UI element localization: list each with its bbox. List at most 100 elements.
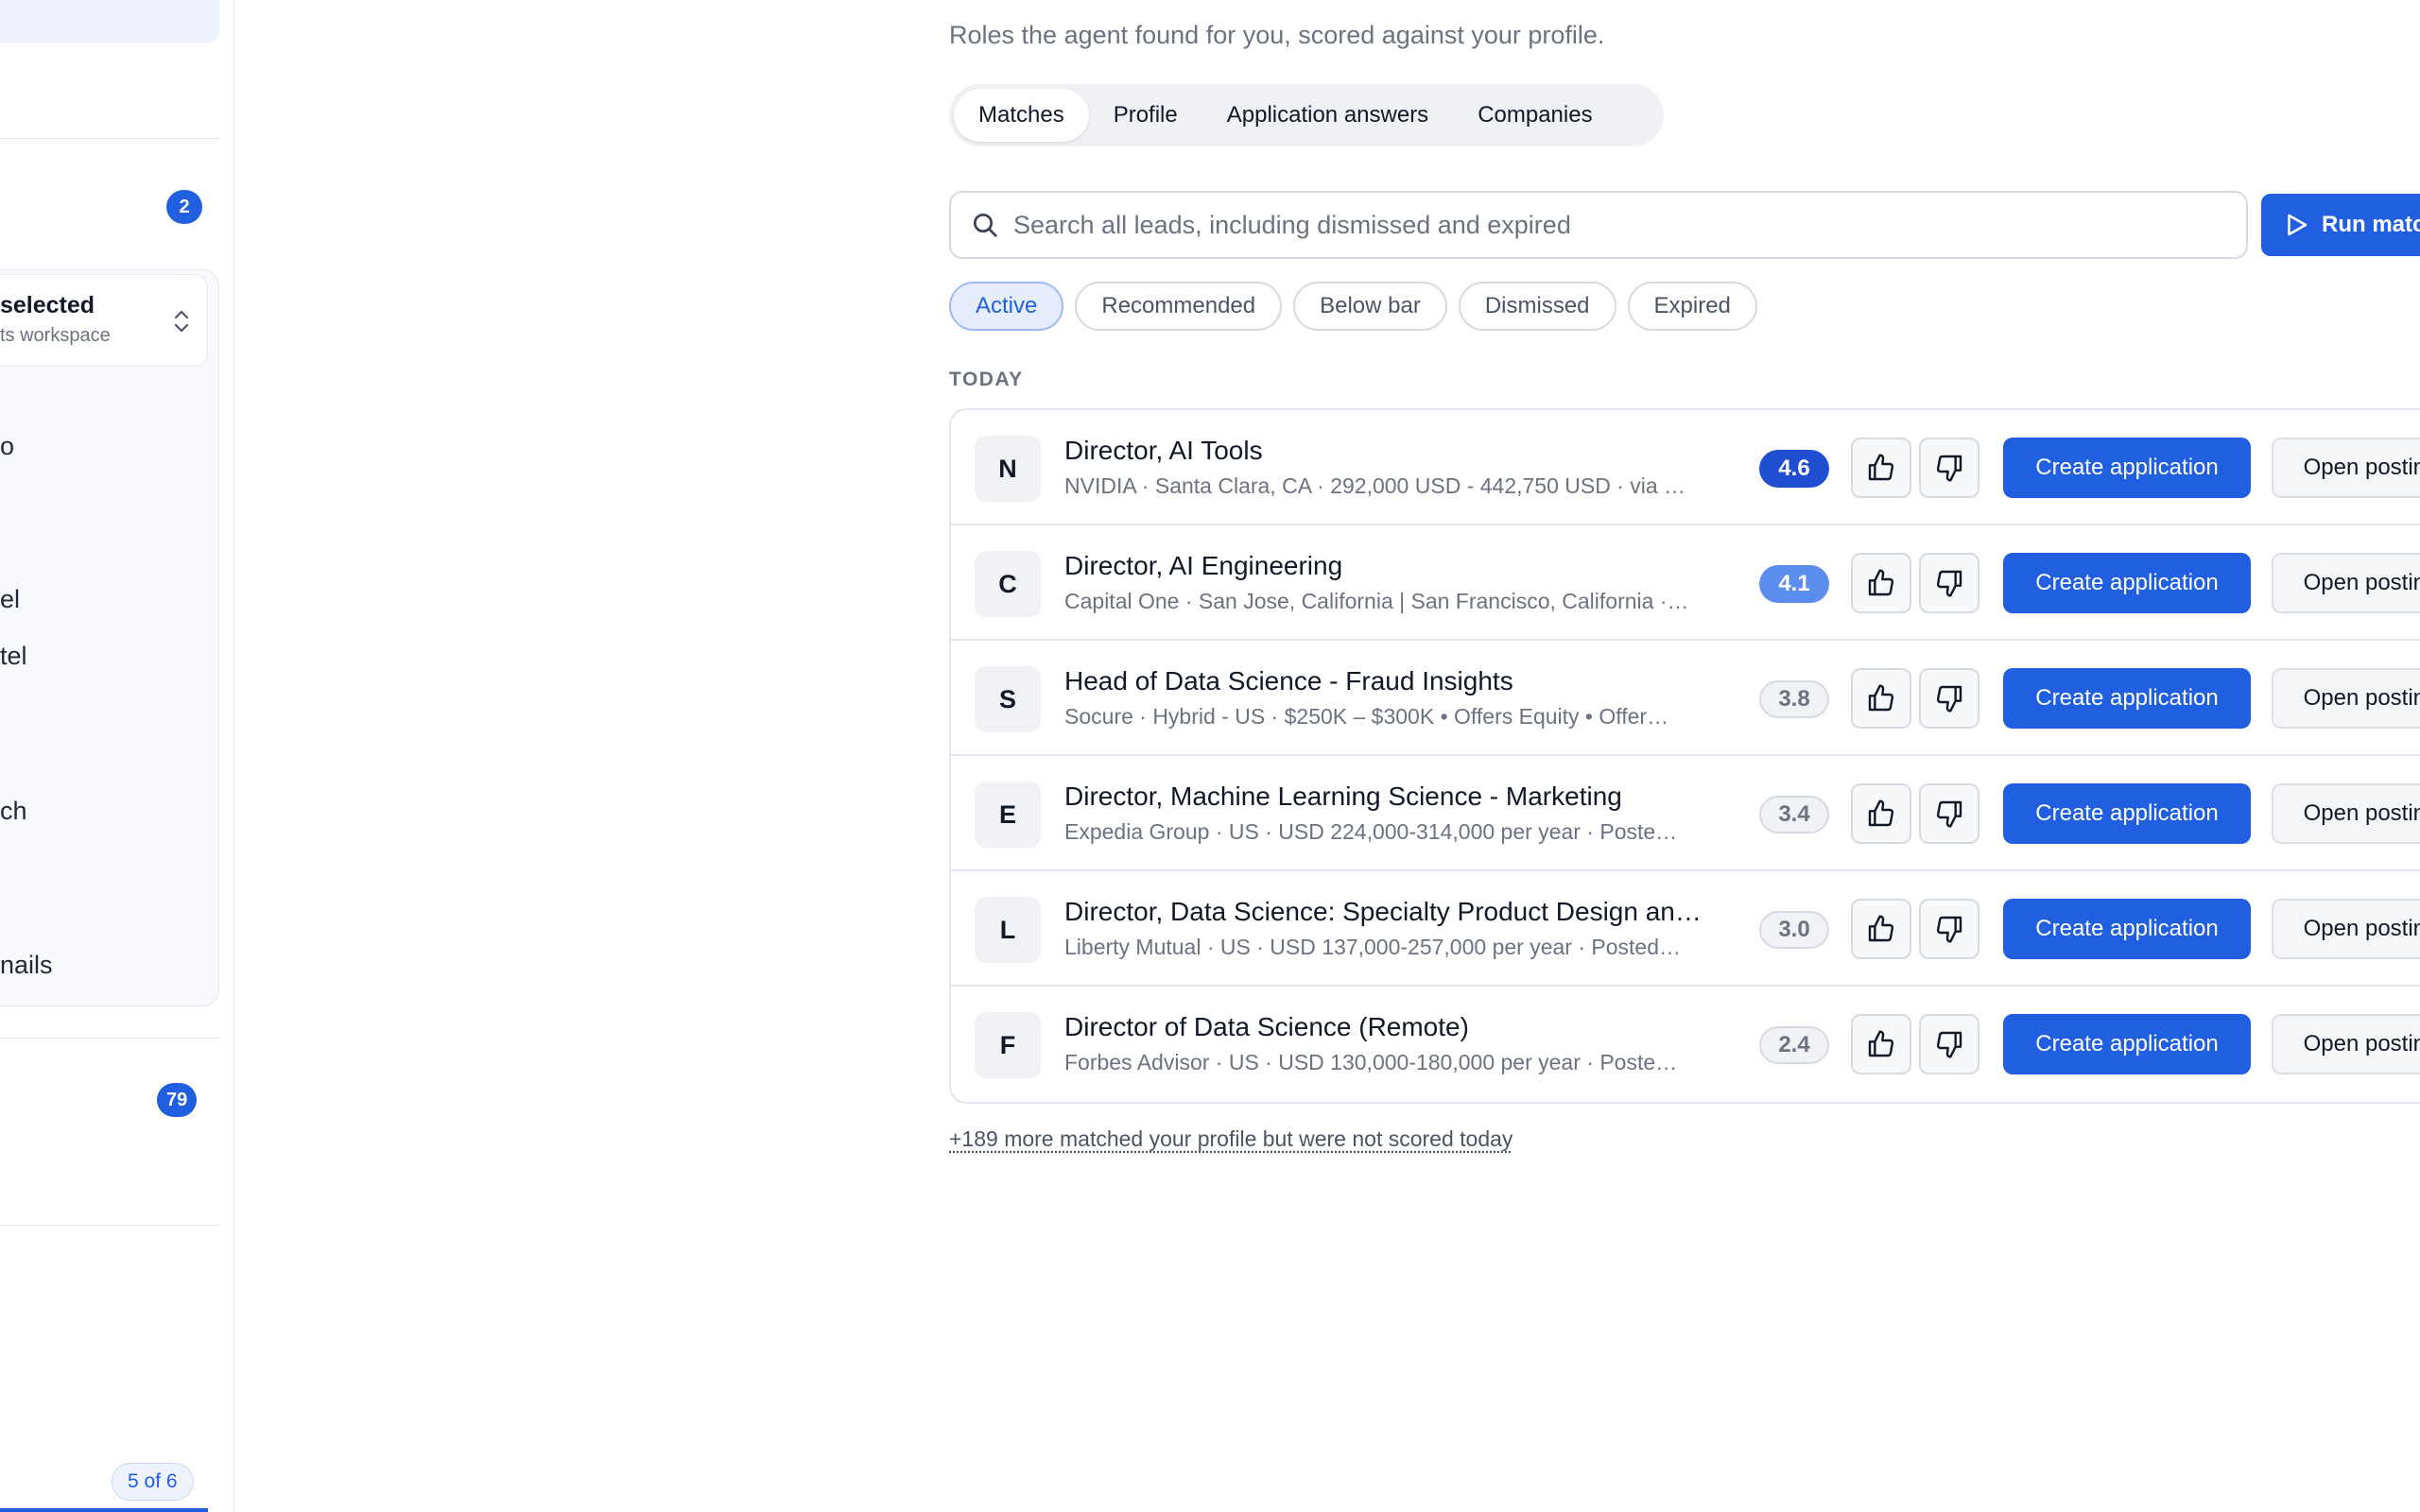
thumbs-up-button[interactable]	[1851, 668, 1911, 729]
thumbs-down-button[interactable]	[1919, 899, 1979, 959]
company-avatar: C	[975, 551, 1041, 617]
sidebar-divider	[0, 1225, 219, 1226]
sidebar-count-badge: 79	[157, 1083, 197, 1117]
job-matches-list: N Director, AI Tools NVIDIA · Santa Clar…	[949, 408, 2420, 1104]
job-title[interactable]: Director, AI Engineering	[1064, 551, 1750, 581]
open-posting-button[interactable]: Open posting	[2272, 783, 2420, 844]
job-title[interactable]: Director, Machine Learning Science - Mar…	[1064, 782, 1750, 812]
thumbs-up-button[interactable]	[1851, 438, 1911, 498]
sidebar-workspace-panel	[0, 269, 219, 1006]
sidebar-divider	[0, 1038, 219, 1039]
thumbs-up-icon	[1866, 683, 1896, 713]
filter-expired[interactable]: Expired	[1628, 282, 1757, 331]
match-score-badge: 3.8	[1759, 680, 1829, 718]
thumbs-down-button[interactable]	[1919, 438, 1979, 498]
thumbs-down-icon	[1934, 683, 1964, 713]
thumbs-up-button[interactable]	[1851, 783, 1911, 844]
match-score-badge: 2.4	[1759, 1026, 1829, 1064]
run-matching-button[interactable]: Run matching	[2261, 194, 2420, 256]
create-application-button[interactable]: Create application	[2003, 668, 2251, 729]
thumbs-down-button[interactable]	[1919, 553, 1979, 613]
job-title[interactable]: Director, AI Tools	[1064, 436, 1750, 466]
match-score-badge: 3.4	[1759, 796, 1829, 833]
play-icon	[2282, 211, 2310, 239]
company-avatar: S	[975, 666, 1041, 732]
sidebar-active-item[interactable]	[0, 0, 219, 43]
sidebar-item[interactable]: tel	[0, 642, 27, 671]
sidebar-item[interactable]: o	[0, 432, 14, 461]
status-filters: Active Recommended Below bar Dismissed E…	[949, 282, 1757, 331]
open-posting-button[interactable]: Open posting	[2272, 899, 2420, 959]
match-score-badge: 4.1	[1759, 565, 1829, 603]
job-meta: Liberty Mutual · US · USD 137,000-257,00…	[1064, 935, 1750, 960]
sidebar-item[interactable]: nails	[0, 951, 53, 980]
job-row[interactable]: S Head of Data Science - Fraud Insights …	[951, 641, 2420, 756]
main-content: Roles the agent found for you, scored ag…	[235, 0, 2420, 1512]
job-title[interactable]: Head of Data Science - Fraud Insights	[1064, 666, 1750, 696]
run-matching-label: Run matching	[2322, 212, 2420, 238]
sidebar-progress-bar	[0, 1508, 208, 1512]
thumbs-up-icon	[1866, 568, 1896, 598]
filter-below-bar[interactable]: Below bar	[1293, 282, 1447, 331]
create-application-button[interactable]: Create application	[2003, 899, 2251, 959]
thumbs-up-button[interactable]	[1851, 1014, 1911, 1074]
thumbs-up-button[interactable]	[1851, 899, 1911, 959]
thumbs-up-icon	[1866, 453, 1896, 483]
sidebar-item[interactable]: ch	[0, 797, 27, 826]
thumbs-down-icon	[1934, 1029, 1964, 1059]
create-application-button[interactable]: Create application	[2003, 438, 2251, 498]
open-posting-button[interactable]: Open posting	[2272, 668, 2420, 729]
open-posting-button[interactable]: Open posting	[2272, 553, 2420, 613]
job-row[interactable]: L Director, Data Science: Specialty Prod…	[951, 871, 2420, 987]
sidebar: 2 selected ts workspace o el tel ch nail…	[0, 0, 234, 1512]
workspace-title: selected	[0, 292, 95, 319]
workspace-subtitle: ts workspace	[0, 325, 111, 347]
chevron-up-down-icon[interactable]	[170, 306, 193, 336]
job-title[interactable]: Director, Data Science: Specialty Produc…	[1064, 897, 1750, 927]
thumbs-down-icon	[1934, 914, 1964, 944]
company-avatar: F	[975, 1012, 1041, 1078]
job-title[interactable]: Director of Data Science (Remote)	[1064, 1012, 1750, 1042]
job-meta: NVIDIA · Santa Clara, CA · 292,000 USD -…	[1064, 473, 1750, 499]
thumbs-up-icon	[1866, 914, 1896, 944]
thumbs-down-button[interactable]	[1919, 668, 1979, 729]
tab-matches[interactable]: Matches	[954, 89, 1089, 142]
thumbs-down-button[interactable]	[1919, 1014, 1979, 1074]
job-row[interactable]: E Director, Machine Learning Science - M…	[951, 756, 2420, 871]
tab-profile[interactable]: Profile	[1089, 89, 1202, 142]
create-application-button[interactable]: Create application	[2003, 783, 2251, 844]
match-score-badge: 3.0	[1759, 911, 1829, 949]
filter-dismissed[interactable]: Dismissed	[1459, 282, 1616, 331]
tab-companies[interactable]: Companies	[1453, 89, 1616, 142]
thumbs-down-icon	[1934, 453, 1964, 483]
search-input[interactable]	[1013, 211, 2223, 240]
thumbs-up-icon	[1866, 1029, 1896, 1059]
sidebar-count-badge: 2	[166, 190, 202, 224]
job-meta: Capital One · San Jose, California | San…	[1064, 589, 1750, 614]
job-meta: Forbes Advisor · US · USD 130,000-180,00…	[1064, 1050, 1750, 1075]
thumbs-up-button[interactable]	[1851, 553, 1911, 613]
search-icon	[970, 210, 1000, 240]
open-posting-button[interactable]: Open posting	[2272, 438, 2420, 498]
sidebar-item[interactable]: el	[0, 585, 20, 614]
open-posting-button[interactable]: Open posting	[2272, 1014, 2420, 1074]
create-application-button[interactable]: Create application	[2003, 553, 2251, 613]
tab-application-answers[interactable]: Application answers	[1202, 89, 1453, 142]
job-meta: Expedia Group · US · USD 224,000-314,000…	[1064, 819, 1750, 845]
company-avatar: E	[975, 782, 1041, 848]
page-subtitle: Roles the agent found for you, scored ag…	[949, 21, 1604, 50]
job-meta: Socure · Hybrid - US · $250K – $300K • O…	[1064, 704, 1750, 730]
more-matches-link[interactable]: +189 more matched your profile but were …	[949, 1126, 1512, 1152]
thumbs-down-button[interactable]	[1919, 783, 1979, 844]
filter-recommended[interactable]: Recommended	[1075, 282, 1282, 331]
job-row[interactable]: N Director, AI Tools NVIDIA · Santa Clar…	[951, 410, 2420, 525]
job-row[interactable]: F Director of Data Science (Remote) Forb…	[951, 987, 2420, 1102]
search-bar[interactable]	[949, 191, 2248, 259]
match-score-badge: 4.6	[1759, 450, 1829, 488]
pager-indicator: 5 of 6	[112, 1463, 194, 1501]
tab-bar: Matches Profile Application answers Comp…	[949, 84, 1664, 146]
filter-active[interactable]: Active	[949, 282, 1063, 331]
create-application-button[interactable]: Create application	[2003, 1014, 2251, 1074]
job-row[interactable]: C Director, AI Engineering Capital One ·…	[951, 525, 2420, 641]
section-label-today: TODAY	[949, 369, 1024, 391]
